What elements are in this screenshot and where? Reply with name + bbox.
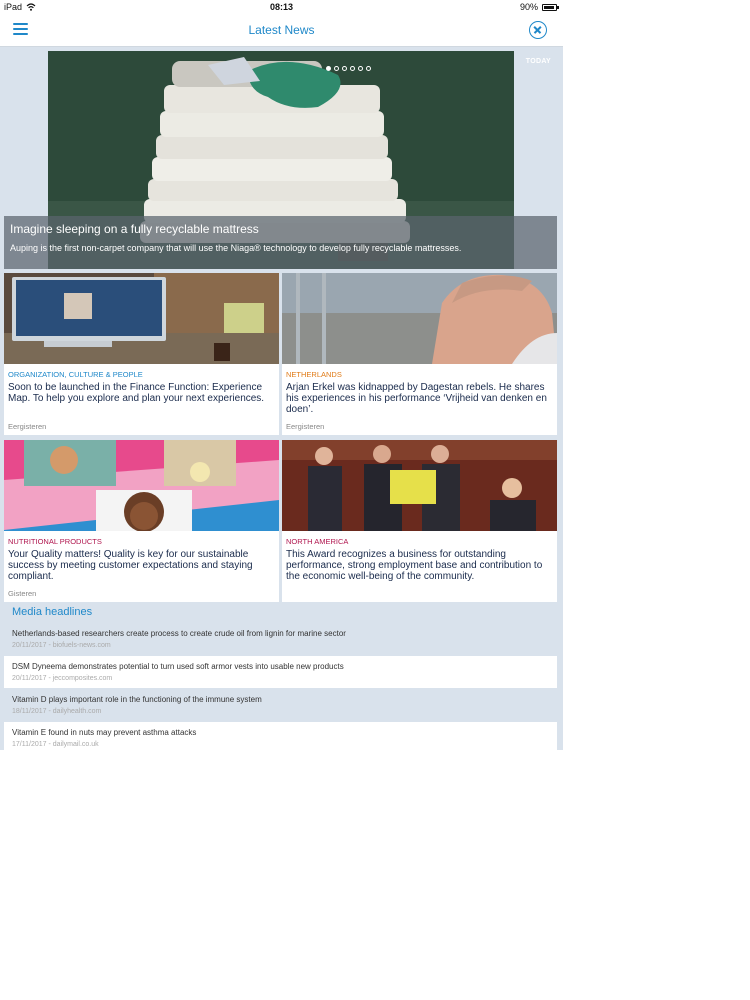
carousel-dot[interactable]	[350, 66, 355, 71]
news-card-date: Eergisteren	[286, 422, 325, 431]
carousel-dot[interactable]	[342, 66, 347, 71]
media-headline-item[interactable]: DSM Dyneema demonstrates potential to tu…	[4, 656, 557, 688]
news-card-category: NORTH AMERICA	[286, 537, 349, 546]
media-headline-title: DSM Dyneema demonstrates potential to tu…	[12, 662, 344, 671]
battery-percent: 90%	[519, 2, 538, 12]
carousel-dot[interactable]	[358, 66, 363, 71]
media-headline-item[interactable]: Netherlands-based researchers create pro…	[4, 623, 557, 655]
media-headline-meta: 18/11/2017 - dailyhealth.com	[12, 708, 102, 715]
media-headline-meta: 20/11/2017 - biofuels-news.com	[12, 642, 111, 649]
news-card-image	[4, 273, 279, 364]
news-card[interactable]: ORGANIZATION, CULTURE & PEOPLE Soon to b…	[4, 273, 279, 435]
news-card-image	[4, 440, 279, 531]
close-icon[interactable]	[529, 21, 547, 39]
news-card-date: Eergisteren	[8, 422, 47, 431]
news-card-image	[282, 273, 557, 364]
media-headlines-title: Media headlines	[12, 606, 93, 618]
news-card[interactable]: NETHERLANDS Arjan Erkel was kidnapped by…	[282, 273, 557, 435]
media-headline-item[interactable]: Vitamin D plays important role in the fu…	[4, 689, 557, 721]
today-badge: TODAY	[525, 58, 551, 65]
battery-icon	[542, 4, 559, 11]
media-headline-title: Vitamin E found in nuts may prevent asth…	[12, 728, 197, 737]
app-screen: iPad 08:13 90% Latest News TODAY Imagine…	[0, 0, 563, 750]
news-card-text: This Award recognizes a business for out…	[286, 549, 543, 582]
nav-bar: Latest News	[0, 16, 563, 47]
carousel-dots	[326, 58, 374, 71]
news-card-category: NETHERLANDS	[286, 370, 342, 379]
carousel-dot[interactable]	[326, 66, 331, 71]
hero-caption: Imagine sleeping on a fully recyclable m…	[4, 216, 557, 269]
carousel-dot[interactable]	[334, 66, 339, 71]
news-card[interactable]: NUTRITIONAL PRODUCTS Your Quality matter…	[4, 440, 279, 602]
news-card-text: Your Quality matters! Quality is key for…	[8, 549, 253, 582]
news-card-text: Soon to be launched in the Finance Funct…	[8, 382, 265, 404]
news-card-category: ORGANIZATION, CULTURE & PEOPLE	[8, 370, 143, 379]
carousel-dot[interactable]	[366, 66, 371, 71]
media-headline-meta: 17/11/2017 - dailymail.co.uk	[12, 741, 99, 748]
news-card-category: NUTRITIONAL PRODUCTS	[8, 537, 102, 546]
media-headline-title: Netherlands-based researchers create pro…	[12, 629, 346, 638]
media-headline-meta: 20/11/2017 - jeccomposites.com	[12, 675, 113, 682]
status-bar: iPad 08:13 90%	[0, 0, 563, 16]
news-card-text: Arjan Erkel was kidnapped by Dagestan re…	[286, 382, 547, 415]
clock: 08:13	[269, 2, 294, 12]
news-card[interactable]: NORTH AMERICA This Award recognizes a bu…	[282, 440, 557, 602]
media-headline-title: Vitamin D plays important role in the fu…	[12, 695, 262, 704]
news-card-date: Gisteren	[8, 589, 37, 598]
page-title: Latest News	[248, 23, 315, 37]
hero-headline: Imagine sleeping on a fully recyclable m…	[10, 222, 259, 236]
news-card-image	[282, 440, 557, 531]
hero-subtitle: Auping is the first non-carpet company t…	[10, 243, 462, 253]
media-headline-item[interactable]: Vitamin E found in nuts may prevent asth…	[4, 722, 557, 750]
hero-carousel[interactable]: TODAY Imagine sleeping on a fully recycl…	[4, 48, 557, 269]
